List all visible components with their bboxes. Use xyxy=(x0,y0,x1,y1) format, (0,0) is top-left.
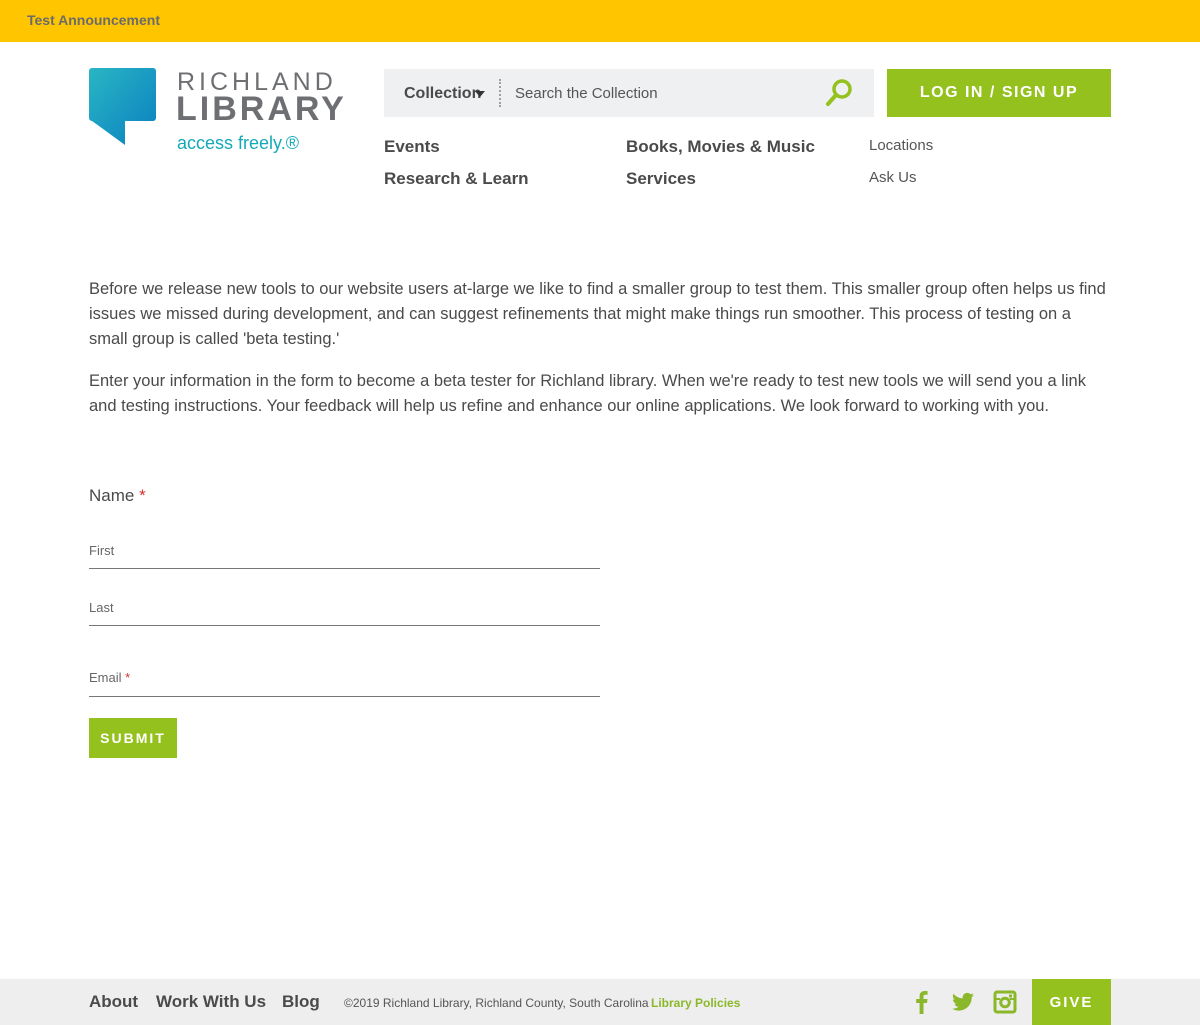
email-field[interactable]: Email * xyxy=(89,668,600,697)
give-button[interactable]: GIVE xyxy=(1032,979,1111,1025)
logo-text-library: LIBRARY xyxy=(176,90,347,128)
nav-item-research-learn[interactable]: Research & Learn xyxy=(384,169,529,189)
search-input[interactable] xyxy=(515,83,805,103)
nav-item-ask-us[interactable]: Ask Us xyxy=(869,169,917,186)
nav-item-services[interactable]: Services xyxy=(626,169,696,189)
intro-text: Before we release new tools to our websi… xyxy=(89,277,1111,436)
richland-library-logo[interactable]: RICHLAND LIBRARY access freely.® xyxy=(89,68,349,163)
name-label: Name * xyxy=(89,486,146,506)
footer-link-blog[interactable]: Blog xyxy=(282,992,320,1012)
first-name-input[interactable] xyxy=(89,548,600,566)
library-policies-link[interactable]: Library Policies xyxy=(651,996,740,1010)
nav-item-events[interactable]: Events xyxy=(384,137,440,157)
announcement-link[interactable]: Test Announcement xyxy=(27,12,160,28)
last-name-input[interactable] xyxy=(89,605,600,623)
twitter-icon[interactable] xyxy=(951,990,975,1014)
facebook-icon[interactable] xyxy=(910,990,934,1014)
footer-link-work-with-us[interactable]: Work With Us xyxy=(156,992,266,1012)
chevron-down-icon[interactable] xyxy=(475,91,485,97)
intro-paragraph-2: Enter your information in the form to be… xyxy=(89,372,1086,415)
nav-item-locations[interactable]: Locations xyxy=(869,137,933,154)
first-name-field[interactable]: First xyxy=(89,540,600,569)
login-signup-button[interactable]: LOG IN / SIGN UP xyxy=(887,69,1111,117)
email-input[interactable] xyxy=(89,676,600,694)
announcement-bar: Test Announcement xyxy=(0,0,1200,42)
intro-paragraph-1: Before we release new tools to our websi… xyxy=(89,280,1106,348)
required-marker: * xyxy=(139,486,146,505)
search-divider xyxy=(499,79,501,107)
instagram-icon[interactable] xyxy=(993,990,1017,1014)
logo-speech-bubble-icon xyxy=(89,68,156,145)
site-footer: About Work With Us Blog ©2019 Richland L… xyxy=(0,979,1200,1025)
submit-button[interactable]: SUBMIT xyxy=(89,718,177,758)
search-bar: Collection xyxy=(384,69,874,117)
last-name-field[interactable]: Last xyxy=(89,597,600,626)
name-label-text: Name xyxy=(89,486,135,505)
nav-item-books-movies-music[interactable]: Books, Movies & Music xyxy=(626,137,815,157)
search-icon[interactable] xyxy=(824,78,854,108)
search-scope-select[interactable]: Collection xyxy=(404,85,481,103)
copyright-text: ©2019 Richland Library, Richland County,… xyxy=(344,996,649,1010)
footer-link-about[interactable]: About xyxy=(89,992,138,1012)
logo-tagline: access freely.® xyxy=(177,133,299,153)
